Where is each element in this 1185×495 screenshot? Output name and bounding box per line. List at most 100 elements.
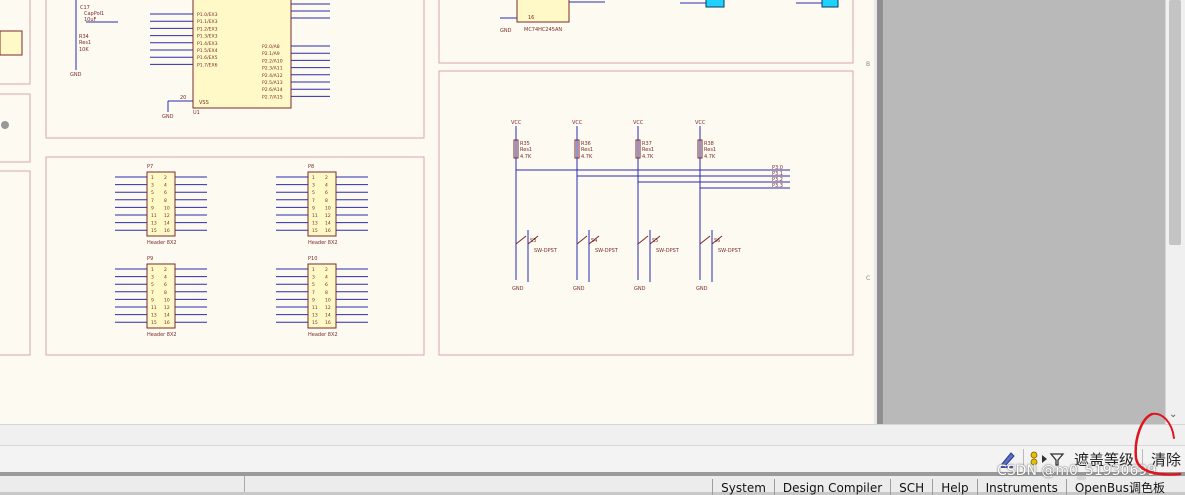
status-cell (0, 476, 245, 492)
sheet-shadow (877, 0, 883, 424)
edge-mark: C (866, 275, 870, 282)
chip-pin-label: P2.7/A15 (262, 94, 283, 100)
gnd-label: GND (500, 28, 512, 34)
header-pin-number: 13 (312, 313, 318, 319)
resistor-value: 4.7K (581, 154, 593, 160)
header-pin-number: 3 (151, 183, 154, 189)
connector-block (705, 0, 725, 8)
vcc-label: VCC (511, 120, 522, 126)
header-pin-number: 15 (151, 320, 157, 326)
header-pin-number: 8 (164, 198, 167, 204)
frame-switches (438, 70, 854, 356)
header-pin-number: 6 (325, 282, 328, 288)
vcc-label: VCC (695, 120, 706, 126)
header-pin-number: 11 (312, 213, 318, 219)
chip-pin-label: P2.5/A13 (262, 80, 283, 86)
header-pin-number: 14 (325, 221, 331, 227)
header-caption: Header 8X2 (147, 240, 177, 246)
schematic-sheet[interactable]: B C C17 CapPol1 10uF R34 Res1 10K GND P1.0/EX3 P1.… (0, 0, 877, 424)
header-pin-number: 4 (325, 183, 328, 189)
chip-pin-label: P1.1/EX3 (197, 19, 218, 25)
res-value: 10K (79, 47, 89, 53)
header-pin-number: 16 (325, 228, 331, 234)
scroll-down-icon[interactable]: ⌄ (1169, 409, 1177, 420)
gnd-label: GND (512, 286, 524, 292)
left-component-dot (1, 121, 9, 129)
header-pin-number: 12 (325, 213, 331, 219)
header-caption: Header 8X2 (308, 240, 338, 246)
resistor-value: 4.7K (704, 154, 716, 160)
chip-pin-label: VSS (199, 100, 209, 106)
net-label: P3.3 (772, 183, 783, 189)
chip-pin-label: P2.6/A14 (262, 87, 283, 93)
schematic-canvas[interactable]: B C C17 CapPol1 10uF R34 Res1 10K GND P1.0/EX3 P1.… (0, 0, 1165, 424)
switch-type: SW-DPST (534, 248, 558, 254)
switch-type: SW-DPST (656, 248, 680, 254)
chip-pin-label: P1.3/EX3 (197, 34, 218, 40)
header-pin-number: 3 (151, 275, 154, 281)
header-pin-number: 16 (325, 320, 331, 326)
header-pin-number: 2 (325, 175, 328, 181)
edge-mark: B (866, 61, 870, 68)
chip-pin-label: P1.6/EX5 (197, 55, 218, 61)
switch-contact (637, 235, 649, 245)
gnd-label: GND (162, 114, 174, 120)
gnd-label: GND (634, 286, 646, 292)
frame-headers (45, 156, 425, 356)
header-caption: Header 8X2 (147, 332, 177, 338)
header-pin-number: 4 (164, 183, 167, 189)
buffer-pin: 16 (528, 15, 534, 21)
header-pin-number: 12 (325, 305, 331, 311)
tab-system[interactable]: System (712, 479, 774, 495)
switch-label: S4 (591, 238, 597, 244)
header-pin-number: 3 (312, 275, 315, 281)
header-pin-number: 14 (164, 313, 170, 319)
header-pin-number: 2 (164, 267, 167, 273)
header-pin-number: 9 (312, 297, 315, 303)
header-pin-number: 11 (151, 213, 157, 219)
switch-label: S6 (714, 238, 720, 244)
header-pin-number: 6 (164, 282, 167, 288)
resistor-type: Res1 (520, 147, 532, 153)
frame-left-c (0, 170, 31, 356)
chip-pin-label: P2.2/A10 (262, 58, 283, 64)
tab-help[interactable]: Help (932, 479, 976, 495)
header-pin-number: 13 (312, 221, 318, 227)
switch-contact (576, 235, 588, 245)
connector-block (821, 0, 839, 8)
vertical-scrollbar[interactable]: ⌄ (1165, 0, 1185, 424)
header-pin-number: 11 (312, 305, 318, 311)
header-pin-number: 7 (312, 198, 315, 204)
buffer-label: MC74HC245AN (524, 27, 562, 33)
tab-sch[interactable]: SCH (890, 479, 932, 495)
chip-pin-label: P2.0/A8 (262, 44, 280, 50)
res-value: Res1 (79, 40, 91, 46)
header-pin-number: 2 (325, 267, 328, 273)
header-pin-number: 4 (164, 275, 167, 281)
header-pin-number: 6 (325, 190, 328, 196)
tab-openbus[interactable]: OpenBus调色板 (1065, 479, 1173, 495)
header-pin-number: 16 (164, 320, 170, 326)
header-pin-number: 8 (325, 198, 328, 204)
header-pin-number: 7 (312, 290, 315, 296)
tab-design-compiler[interactable]: Design Compiler (773, 479, 890, 495)
scrollbar-thumb[interactable] (1169, 0, 1181, 245)
header-pin-number: 16 (164, 228, 170, 234)
resistor-value: 4.7K (642, 154, 654, 160)
schematic-drawing: BCC17CapPol110uFR34Res110KGNDP1.0/EX3P1.… (0, 0, 870, 356)
header-pin-number: 1 (312, 267, 315, 273)
header-pin-number: 12 (164, 213, 170, 219)
header-name: P9 (147, 256, 153, 262)
header-pin-number: 8 (164, 290, 167, 296)
header-pin-number: 9 (151, 205, 154, 211)
header-pin-number: 5 (151, 190, 154, 196)
gnd-label: GND (696, 286, 708, 292)
chip-pin-label: P2.1/A9 (262, 51, 280, 57)
resistor-value: 4.7K (520, 154, 532, 160)
horizontal-scrollbar[interactable] (0, 424, 1185, 446)
tab-instruments[interactable]: Instruments (976, 479, 1066, 495)
chip-pin-label: P2.3/A11 (262, 66, 283, 72)
header-pin-number: 1 (151, 175, 154, 181)
header-pin-number: 12 (164, 305, 170, 311)
header-pin-number: 14 (325, 313, 331, 319)
